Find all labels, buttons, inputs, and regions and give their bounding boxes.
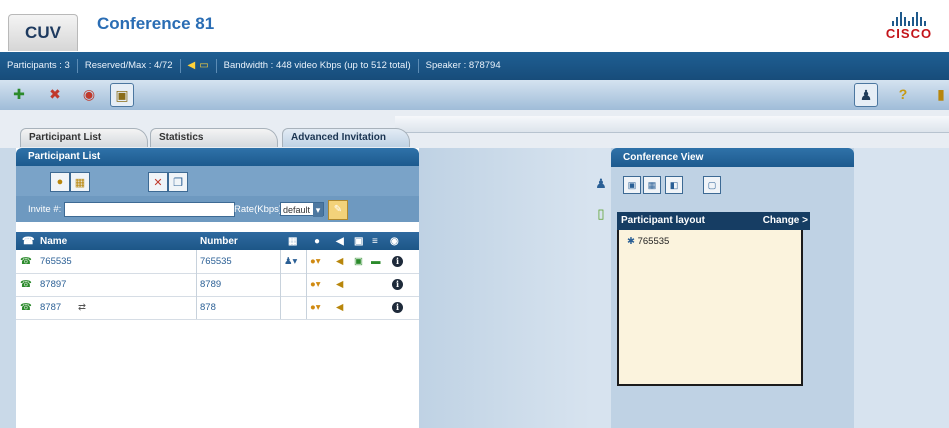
- tab-participant-list[interactable]: Participant List: [20, 128, 148, 147]
- invite-label: Invite #:: [28, 204, 62, 215]
- view-side-rail: ♟ ▯: [591, 148, 611, 428]
- phone-col-icon: ☎: [22, 235, 35, 247]
- right-fill: [854, 148, 949, 428]
- conference-view-title: Conference View: [611, 148, 854, 167]
- status-icons: ◀ ▭: [181, 59, 217, 73]
- phone-icon: ☎: [20, 256, 32, 267]
- video-icon[interactable]: ▣: [110, 83, 134, 107]
- invite-input[interactable]: [64, 202, 235, 217]
- participant-list-title: Participant List: [16, 148, 419, 166]
- pip-layout-icon[interactable]: ◧: [665, 176, 683, 194]
- video-icon[interactable]: ▣: [354, 250, 363, 273]
- participant-name[interactable]: 8787: [40, 296, 61, 319]
- toolbar: ✚ ✖ ◉ ▣ ♟ ? ▮: [0, 80, 949, 111]
- mute-all-icon[interactable]: ●: [50, 172, 70, 192]
- audio-icon[interactable]: ●▾: [310, 296, 321, 319]
- table-row[interactable]: ☎ 87897 8789 ●▾ ◀ i: [16, 273, 419, 297]
- bandwidth-info: Bandwidth : 448 video Kbps (up to 512 to…: [217, 59, 419, 73]
- participant-number: 878: [200, 302, 216, 313]
- speaker-view-icon[interactable]: ♟: [594, 176, 608, 196]
- table-row[interactable]: ☎ 765535 765535 ♟▾ ●▾ ◀ ▣ ▬ i: [16, 250, 419, 274]
- video-col-icon: ▣: [354, 235, 364, 247]
- phone-view-icon[interactable]: ▯: [594, 206, 608, 226]
- participant-name[interactable]: 765535: [40, 250, 72, 273]
- tab-advanced-invitation[interactable]: Advanced Invitation: [282, 128, 410, 147]
- grid-view-icon[interactable]: ▦: [70, 172, 90, 192]
- video-status-icon: ▭: [199, 60, 209, 71]
- phone-icon: ☎: [20, 279, 32, 290]
- person-icon[interactable]: ♟▾: [284, 250, 297, 273]
- grid-layout-icon[interactable]: ▦: [643, 176, 661, 194]
- participant-number: 765535: [200, 256, 232, 267]
- status-bar: Participants : 3 Reserved/Max : 4/72 ◀ ▭…: [0, 52, 949, 80]
- info-icon[interactable]: i: [392, 296, 403, 319]
- number-column-header[interactable]: Number: [200, 232, 238, 250]
- cisco-wordmark: CISCO: [885, 26, 933, 41]
- custom-layout-icon[interactable]: ▢: [703, 176, 721, 194]
- layout-col-icon: ▦: [288, 235, 298, 247]
- add-participant-icon[interactable]: ✚: [8, 83, 30, 105]
- current-speaker: Speaker : 878794: [425, 60, 501, 71]
- cisco-logo: CISCO: [883, 10, 935, 41]
- table-row[interactable]: ☎ 8787 ⇄ 878 ●▾ ◀ i: [16, 296, 419, 320]
- participant-actions: ● ▦ ✕ ❐: [16, 166, 419, 196]
- participant-number: 8789: [200, 279, 222, 290]
- info-icon[interactable]: i: [392, 273, 403, 296]
- single-layout-icon[interactable]: ▣: [623, 176, 641, 194]
- tab-strip-line: [395, 116, 949, 133]
- tab-statistics[interactable]: Statistics: [150, 128, 278, 147]
- app-header: CUV Conference 81 CISCO: [0, 0, 949, 52]
- audio-icon[interactable]: ●▾: [310, 273, 321, 296]
- app-tab[interactable]: CUV: [8, 14, 78, 51]
- participant-layout-title: Participant layout: [621, 215, 705, 226]
- layout-options: ▣ ▦ ◧ ▢: [611, 174, 854, 194]
- chevron-down-icon: ▾: [313, 203, 323, 217]
- participant-layout-header: Participant layout Change >: [617, 212, 810, 230]
- invite-row: Invite #: Rate(Kbps): default ▾ ✎: [16, 196, 419, 222]
- exit-icon[interactable]: ▮: [930, 83, 949, 105]
- audio-col-icon: ●: [314, 235, 321, 247]
- speaker-col-icon: ◀: [336, 235, 344, 247]
- reserved-max: Reserved/Max : 4/72: [78, 59, 181, 73]
- disconnect-icon[interactable]: ✕: [148, 172, 168, 192]
- participant-list-panel: Participant List ● ▦ ✕ ❐ Invite #: Rate(…: [16, 148, 419, 428]
- participants-count: Participants : 3: [0, 59, 78, 73]
- participant-table-header: ☎ Name Number ▦ ● ◀ ▣ ≡ ◉: [16, 232, 419, 250]
- copy-icon[interactable]: ❐: [168, 172, 188, 192]
- invite-button[interactable]: ✎: [328, 200, 348, 220]
- phone-icon: ☎: [20, 302, 32, 313]
- transfer-icon[interactable]: ⇄: [78, 296, 86, 319]
- change-layout-link[interactable]: Change >: [763, 212, 808, 230]
- speaker-icon[interactable]: ◀: [336, 250, 343, 273]
- name-column-header[interactable]: Name: [40, 232, 67, 250]
- participant-name[interactable]: 87897: [40, 273, 66, 296]
- conference-view-panel: Conference View ▣ ▦ ◧ ▢ ✱ 765535 Partici…: [611, 148, 854, 428]
- speaker-icon: ◀: [187, 60, 196, 71]
- camera-icon[interactable]: ▬: [371, 250, 381, 273]
- speaker-icon[interactable]: ◀: [336, 296, 343, 319]
- audio-icon[interactable]: ●▾: [310, 250, 321, 273]
- participant-layout-box: ✱ 765535: [617, 212, 803, 386]
- conference-title: Conference 81: [97, 14, 215, 33]
- cisco-bars-icon: [883, 10, 935, 26]
- rate-value: default: [283, 205, 311, 215]
- speaker-icon[interactable]: ◀: [336, 273, 343, 296]
- user-status-icon[interactable]: ♟: [854, 83, 878, 107]
- layout-entry[interactable]: ✱ 765535: [627, 236, 669, 247]
- info-icon[interactable]: i: [392, 250, 403, 273]
- rate-label: Rate(Kbps):: [234, 204, 285, 215]
- remove-participant-icon[interactable]: ✖: [44, 83, 66, 105]
- info-col-icon: ◉: [390, 235, 399, 247]
- middle-area: [419, 148, 591, 428]
- rate-select[interactable]: default ▾: [280, 202, 324, 217]
- help-icon[interactable]: ?: [892, 83, 914, 105]
- stream-col-icon: ≡: [372, 235, 378, 247]
- mute-icon[interactable]: ◉: [78, 83, 100, 105]
